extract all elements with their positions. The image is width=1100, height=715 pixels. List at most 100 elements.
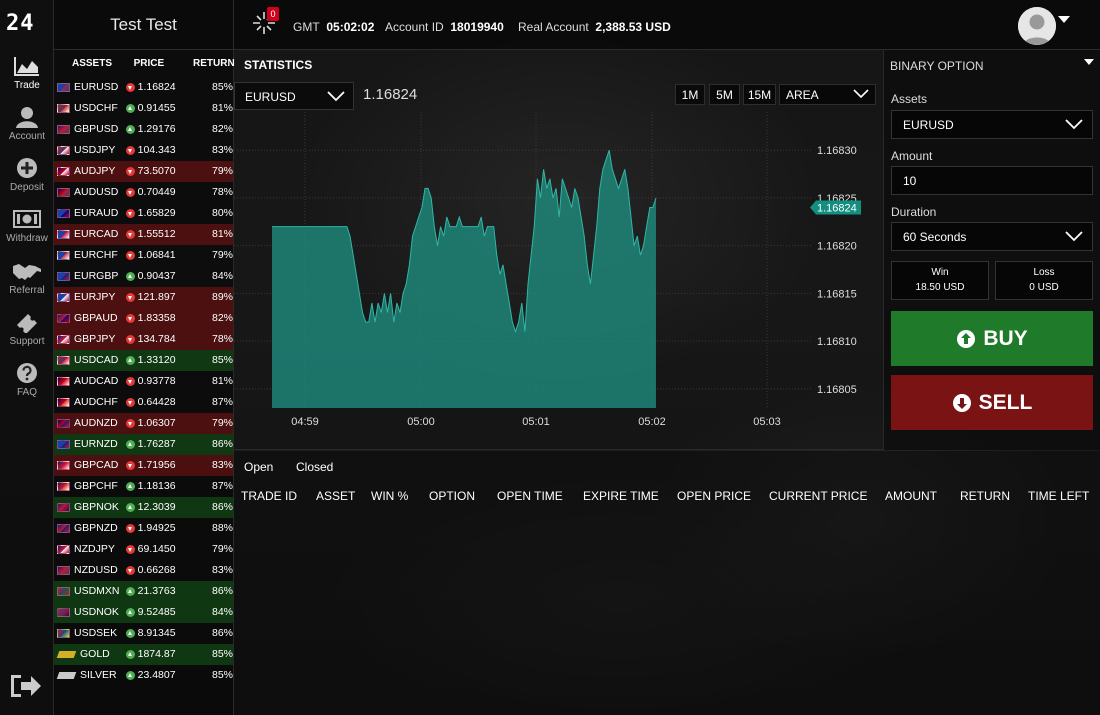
notification-bell[interactable]: 0 bbox=[251, 7, 281, 40]
asset-row-eurcad[interactable]: EURCAD 1.55512 81% bbox=[54, 224, 233, 245]
timeframe-5m-button[interactable]: 5M bbox=[709, 84, 740, 105]
asset-price-cell: 0.66268 bbox=[124, 560, 198, 581]
asset-select[interactable]: EURUSD bbox=[891, 110, 1093, 139]
asset-row-gold[interactable]: GOLD 1874.87 85% bbox=[54, 644, 233, 665]
asset-return: 79% bbox=[211, 165, 233, 177]
asset-price: 12.3039 bbox=[137, 501, 176, 513]
collapse-caret-icon[interactable] bbox=[1084, 59, 1094, 65]
nav-support[interactable]: Support bbox=[0, 311, 54, 361]
asset-row-gbpcad[interactable]: GBPCAD 1.71956 83% bbox=[54, 455, 233, 476]
timeframe-15m-button[interactable]: 15M bbox=[743, 84, 776, 105]
asset-price-cell: 1.06307 bbox=[124, 413, 198, 434]
asset-row-gbpnok[interactable]: GBPNOK 12.3039 86% bbox=[54, 497, 233, 518]
nav-label: Referral bbox=[9, 285, 45, 296]
price-chart[interactable]: 1.168301.168251.168201.168151.168101.168… bbox=[234, 112, 884, 432]
buy-button[interactable]: BUY bbox=[891, 311, 1093, 366]
asset-row-usdsek[interactable]: USDSEK 8.91345 86% bbox=[54, 623, 233, 644]
assets-panel: ASSETS PRICE RETURN EURUSD 1.16824 85% USDC… bbox=[54, 50, 235, 715]
avatar[interactable] bbox=[1018, 7, 1056, 45]
asset-return: 78% bbox=[211, 333, 233, 345]
tab-closed[interactable]: Closed bbox=[296, 460, 333, 474]
asset-row-usdnok[interactable]: USDNOK 9.52485 84% bbox=[54, 602, 233, 623]
asset-price-cell: 1.71956 bbox=[124, 455, 198, 476]
nav-trade[interactable]: Trade bbox=[0, 55, 54, 105]
chart-type-select[interactable]: AREA bbox=[779, 84, 876, 105]
asset-name: GBPNOK bbox=[74, 501, 119, 513]
asset-return: 79% bbox=[211, 249, 233, 261]
user-menu-caret-icon[interactable] bbox=[1058, 16, 1070, 23]
asset-row-gbpnzd[interactable]: GBPNZD 1.94925 88% bbox=[54, 518, 233, 539]
asset-name-cell: USDCAD bbox=[54, 350, 124, 371]
asset-name-cell: AUDNZD bbox=[54, 413, 124, 434]
arrow-down-circle-icon bbox=[125, 335, 135, 344]
account-balance: Real Account 2,388.53 USD bbox=[518, 0, 671, 50]
asset-row-silver[interactable]: SILVER 23.4807 85% bbox=[54, 665, 233, 686]
asset-price: 0.66268 bbox=[137, 564, 176, 576]
asset-row-eurnzd[interactable]: EURNZD 1.76287 86% bbox=[54, 434, 233, 455]
arrow-down-circle-icon bbox=[125, 146, 135, 155]
currency-pair-flag-icon bbox=[57, 482, 70, 491]
asset-row-usdmxn[interactable]: USDMXN 21.3763 86% bbox=[54, 581, 233, 602]
tab-open[interactable]: Open bbox=[244, 460, 273, 474]
brand-logo[interactable]: 24 bbox=[6, 12, 48, 36]
logout-icon[interactable] bbox=[9, 672, 45, 702]
asset-return: 85% bbox=[211, 354, 233, 366]
amount-input[interactable]: 10 bbox=[891, 166, 1093, 195]
asset-row-nzdusd[interactable]: NZDUSD 0.66268 83% bbox=[54, 560, 233, 581]
arrow-down-circle-icon bbox=[125, 209, 135, 218]
asset-return: 83% bbox=[211, 459, 233, 471]
asset-row-gbpjpy[interactable]: GBPJPY 134.784 78% bbox=[54, 329, 233, 350]
nav-deposit[interactable]: Deposit bbox=[0, 157, 54, 207]
asset-return: 81% bbox=[211, 228, 233, 240]
asset-row-eurusd[interactable]: EURUSD 1.16824 85% bbox=[54, 77, 233, 98]
asset-name: GBPNZD bbox=[74, 522, 118, 534]
asset-row-euraud[interactable]: EURAUD 1.65829 80% bbox=[54, 203, 233, 224]
asset-row-gbpaud[interactable]: GBPAUD 1.83358 82% bbox=[54, 308, 233, 329]
duration-select[interactable]: 60 Seconds bbox=[891, 222, 1093, 251]
column-return: RETURN bbox=[960, 489, 1010, 503]
x-tick-label: 05:00 bbox=[407, 416, 435, 428]
nav-referral[interactable]: Referral bbox=[0, 260, 54, 310]
asset-price: 1.94925 bbox=[137, 522, 176, 534]
asset-row-audnzd[interactable]: AUDNZD 1.06307 79% bbox=[54, 413, 233, 434]
asset-row-usdjpy[interactable]: USDJPY 104.343 83% bbox=[54, 140, 233, 161]
asset-name: EURNZD bbox=[74, 438, 118, 450]
asset-price-cell: 12.3039 bbox=[124, 497, 198, 518]
asset-row-audusd[interactable]: AUDUSD 0.70449 78% bbox=[54, 182, 233, 203]
asset-name: EURCHF bbox=[74, 249, 118, 261]
symbol-select[interactable]: EURUSD bbox=[234, 82, 354, 110]
arrow-down-circle-icon bbox=[125, 293, 135, 302]
asset-row-audjpy[interactable]: AUDJPY 73.5070 79% bbox=[54, 161, 233, 182]
asset-price: 104.343 bbox=[137, 144, 176, 156]
asset-row-eurjpy[interactable]: EURJPY 121.897 89% bbox=[54, 287, 233, 308]
asset-price-cell: 0.90437 bbox=[124, 266, 198, 287]
asset-name: USDJPY bbox=[74, 144, 116, 156]
assets-label: Assets bbox=[891, 92, 928, 106]
asset-name-cell: GBPNOK bbox=[54, 497, 124, 518]
arrow-up-circle-icon bbox=[125, 272, 135, 281]
asset-price: 1.65829 bbox=[137, 207, 176, 219]
arrow-up-circle-icon bbox=[957, 329, 976, 348]
loss-label: Loss bbox=[1033, 267, 1055, 278]
asset-return: 87% bbox=[211, 396, 233, 408]
asset-row-usdchf[interactable]: USDCHF 0.91455 81% bbox=[54, 98, 233, 119]
trades-panel: Open Closed TRADE ID ASSET WIN % OPTION … bbox=[234, 451, 1100, 715]
asset-row-eurgbp[interactable]: EURGBP 0.90437 84% bbox=[54, 266, 233, 287]
asset-row-eurchf[interactable]: EURCHF 1.06841 79% bbox=[54, 245, 233, 266]
asset-row-usdcad[interactable]: USDCAD 1.33120 85% bbox=[54, 350, 233, 371]
asset-row-audchf[interactable]: AUDCHF 0.64428 87% bbox=[54, 392, 233, 413]
asset-row-audcad[interactable]: AUDCAD 0.93778 81% bbox=[54, 371, 233, 392]
asset-row-gbpchf[interactable]: GBPCHF 1.18136 87% bbox=[54, 476, 233, 497]
asset-row-nzdjpy[interactable]: NZDJPY 69.1450 79% bbox=[54, 539, 233, 560]
nav-account[interactable]: Account bbox=[0, 106, 54, 156]
asset-row-gbpusd[interactable]: GBPUSD 1.29176 82% bbox=[54, 119, 233, 140]
asset-price: 73.5070 bbox=[137, 165, 176, 177]
asset-price-cell: 1.06841 bbox=[124, 245, 198, 266]
asset-return: 83% bbox=[211, 144, 233, 156]
x-tick-label: 05:02 bbox=[638, 416, 666, 428]
sell-button[interactable]: SELL bbox=[891, 375, 1093, 430]
nav-withdraw[interactable]: Withdraw bbox=[0, 208, 54, 258]
nav-faq[interactable]: FAQ bbox=[0, 362, 54, 412]
timeframe-1m-button[interactable]: 1M bbox=[675, 84, 705, 105]
asset-price: 1.18136 bbox=[137, 480, 176, 492]
